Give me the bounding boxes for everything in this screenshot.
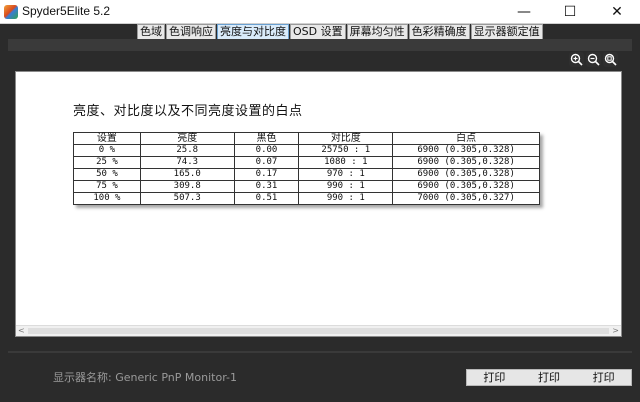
table-cell: 309.8 xyxy=(139,180,235,193)
scroll-right-arrow-icon[interactable]: > xyxy=(610,326,619,336)
tab-brightness-contrast[interactable]: 亮度与对比度 xyxy=(217,24,289,39)
table-row: 0 % 25.8 0.00 25750 : 1 6900 (0.305,0.32… xyxy=(73,144,540,157)
tab-panel-divider xyxy=(8,39,632,51)
zoom-toolbar xyxy=(569,52,618,68)
tab-color-accuracy[interactable]: 色彩精确度 xyxy=(408,24,470,39)
table-cell: 6900 (0.305,0.328) xyxy=(392,144,540,157)
column-header-black: 黑色 xyxy=(233,132,300,145)
table-cell: 25750 : 1 xyxy=(298,144,394,157)
table-row: 100 % 507.3 0.51 990 : 1 7000 (0.305,0.3… xyxy=(73,192,540,205)
table-cell: 0.17 xyxy=(233,168,300,181)
table-cell: 74.3 xyxy=(139,156,235,169)
tab-screen-uniformity[interactable]: 屏幕均匀性 xyxy=(346,24,408,39)
print-button-3[interactable]: 打印 xyxy=(576,370,631,385)
zoom-fit-icon[interactable] xyxy=(603,52,618,67)
window-title: Spyder5Elite 5.2 xyxy=(22,4,111,18)
print-button-2[interactable]: 打印 xyxy=(522,370,577,385)
monitor-name-label: 显示器名称: Generic PnP Monitor-1 xyxy=(53,371,237,384)
title-bar: Spyder5Elite 5.2 — ☐ ✕ xyxy=(0,0,640,24)
column-header-contrast: 对比度 xyxy=(298,132,394,145)
print-button-group: 打印 打印 打印 xyxy=(466,369,632,386)
tab-monitor-rating[interactable]: 显示器额定值 xyxy=(470,24,543,39)
horizontal-scrollbar[interactable]: < > xyxy=(16,325,621,336)
table-cell: 0 % xyxy=(73,144,141,157)
minimize-button[interactable]: — xyxy=(501,0,547,24)
table-cell: 507.3 xyxy=(139,192,235,205)
table-cell: 1080 : 1 xyxy=(298,156,394,169)
table-cell: 100 % xyxy=(73,192,141,205)
table-cell: 6900 (0.305,0.328) xyxy=(392,180,540,193)
table-cell: 25.8 xyxy=(139,144,235,157)
table-row: 50 % 165.0 0.17 970 : 1 6900 (0.305,0.32… xyxy=(73,168,540,181)
table-row: 25 % 74.3 0.07 1080 : 1 6900 (0.305,0.32… xyxy=(73,156,540,169)
table-cell: 25 % xyxy=(73,156,141,169)
close-button[interactable]: ✕ xyxy=(594,0,640,24)
table-cell: 165.0 xyxy=(139,168,235,181)
table-header-row: 设置 亮度 黑色 对比度 白点 xyxy=(73,132,540,145)
brightness-contrast-table: 设置 亮度 黑色 对比度 白点 0 % 25.8 0.00 25750 : 1 … xyxy=(73,132,540,205)
table-cell: 990 : 1 xyxy=(298,180,394,193)
spyder-app-icon xyxy=(4,5,18,19)
tab-gamut[interactable]: 色域 xyxy=(137,24,165,39)
report-viewer: 亮度、对比度以及不同亮度设置的白点 设置 亮度 黑色 对比度 白点 0 % 25… xyxy=(15,71,622,337)
column-header-white-point: 白点 xyxy=(392,132,540,145)
zoom-out-icon[interactable] xyxy=(586,52,601,67)
table-cell: 990 : 1 xyxy=(298,192,394,205)
table-cell: 0.31 xyxy=(233,180,300,193)
table-cell: 6900 (0.305,0.328) xyxy=(392,156,540,169)
tab-osd-settings[interactable]: OSD 设置 xyxy=(290,24,346,39)
table-cell: 0.07 xyxy=(233,156,300,169)
table-cell: 0.00 xyxy=(233,144,300,157)
report-tabs: 色域 色调响应 亮度与对比度 OSD 设置 屏幕均匀性 色彩精确度 显示器额定值 xyxy=(137,24,544,39)
scroll-left-arrow-icon[interactable]: < xyxy=(18,326,27,336)
column-header-brightness: 亮度 xyxy=(139,132,235,145)
zoom-in-icon[interactable] xyxy=(569,52,584,67)
table-cell: 6900 (0.305,0.328) xyxy=(392,168,540,181)
table-row: 75 % 309.8 0.31 990 : 1 6900 (0.305,0.32… xyxy=(73,180,540,193)
print-button-1[interactable]: 打印 xyxy=(467,370,522,385)
table-cell: 0.51 xyxy=(233,192,300,205)
table-cell: 75 % xyxy=(73,180,141,193)
footer-divider xyxy=(8,351,632,353)
tab-tone-response[interactable]: 色调响应 xyxy=(166,24,216,39)
scroll-track[interactable] xyxy=(28,328,609,334)
column-header-setting: 设置 xyxy=(73,132,141,145)
maximize-button[interactable]: ☐ xyxy=(547,0,593,24)
table-cell: 970 : 1 xyxy=(298,168,394,181)
table-cell: 50 % xyxy=(73,168,141,181)
table-cell: 7000 (0.305,0.327) xyxy=(392,192,540,205)
report-heading: 亮度、对比度以及不同亮度设置的白点 xyxy=(73,104,303,119)
